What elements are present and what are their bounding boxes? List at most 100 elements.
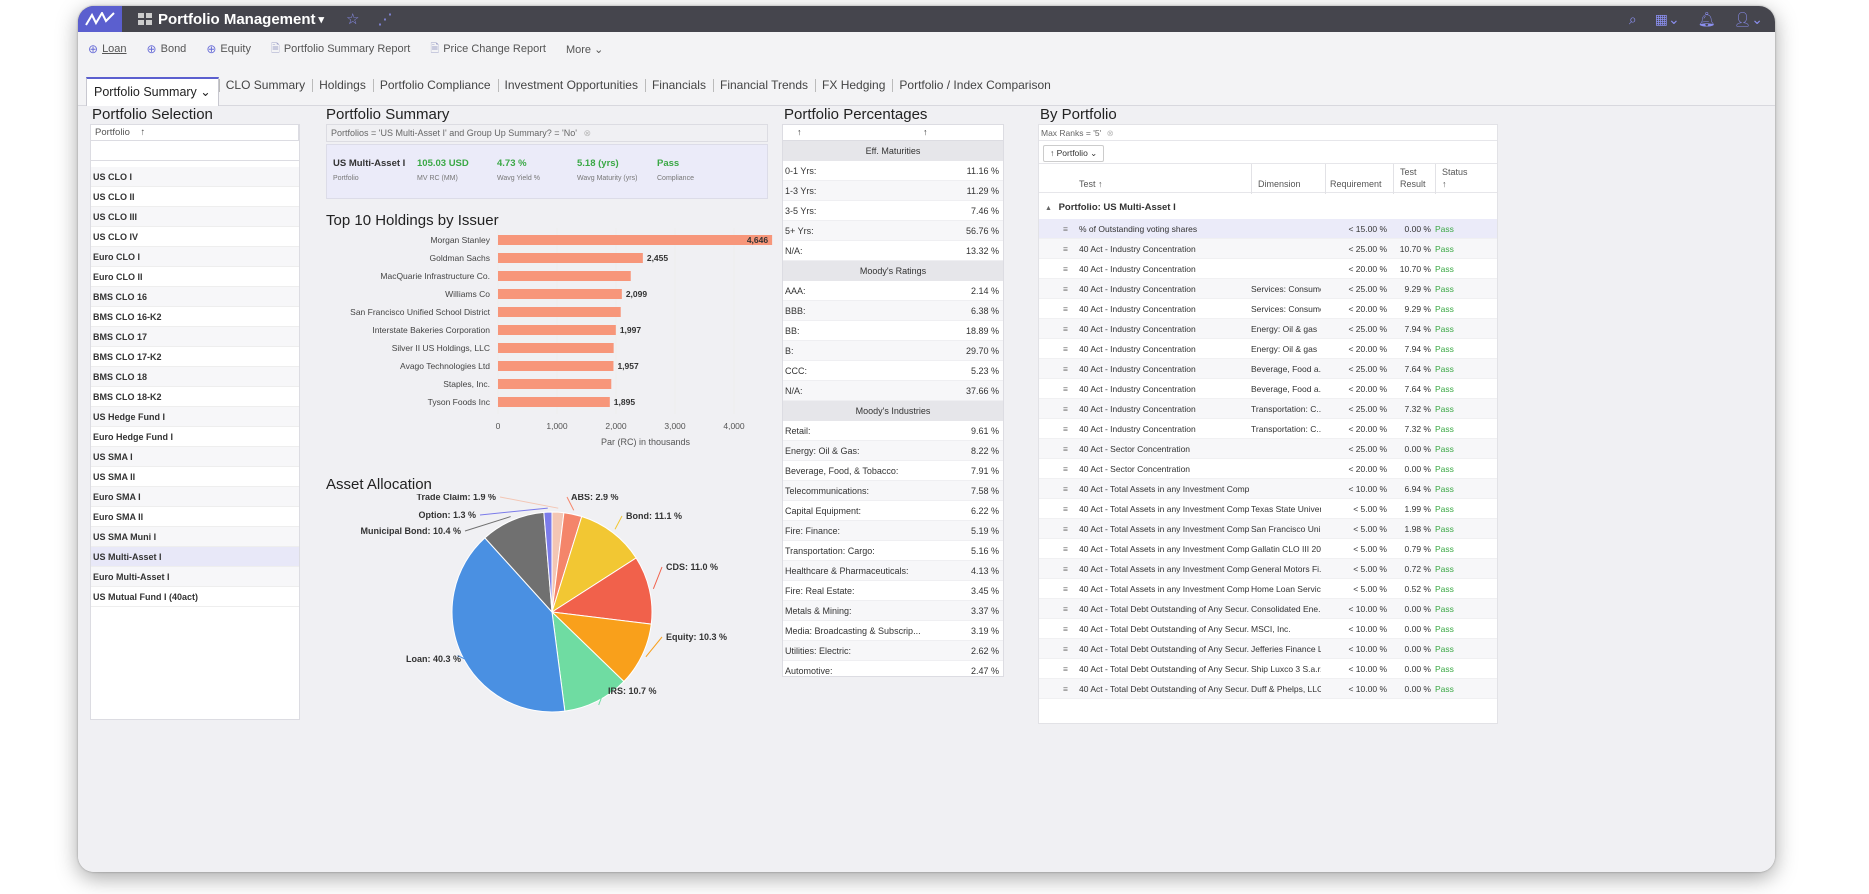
selection-filter-row[interactable] bbox=[91, 141, 299, 161]
clear-filter-icon[interactable]: ⊗ bbox=[1107, 128, 1114, 138]
header-test[interactable]: Test ↑ bbox=[1079, 179, 1103, 189]
drag-handle-icon[interactable]: ≡ bbox=[1063, 259, 1068, 279]
list-item[interactable]: BMS CLO 18-K2 bbox=[91, 387, 299, 407]
list-item[interactable]: BMS CLO 18 bbox=[91, 367, 299, 387]
tab-6[interactable]: Financial Trends bbox=[712, 73, 815, 99]
table-row[interactable]: ≡ 40 Act - Total Assets in any Investment… bbox=[1039, 539, 1497, 559]
drag-handle-icon[interactable]: ≡ bbox=[1063, 219, 1068, 239]
share-icon[interactable]: ⋰ bbox=[378, 10, 393, 28]
table-row[interactable]: ≡ 40 Act - Total Assets in any Investment… bbox=[1039, 499, 1497, 519]
table-row[interactable]: ≡ 40 Act - Industry Concentration Energy: … bbox=[1039, 339, 1497, 359]
sort-asc-icon[interactable]: ↑ bbox=[923, 127, 928, 137]
tab-2[interactable]: Holdings bbox=[312, 73, 373, 99]
bar[interactable] bbox=[498, 379, 612, 389]
table-row[interactable]: ≡ 40 Act - Industry Concentration Transpor… bbox=[1039, 399, 1497, 419]
list-item[interactable]: US Mutual Fund I (40act) bbox=[91, 587, 299, 607]
summary-filter[interactable]: Portfolios = 'US Multi-Asset I' and Grou… bbox=[326, 124, 768, 142]
list-item[interactable]: Euro SMA I bbox=[91, 487, 299, 507]
drag-handle-icon[interactable]: ≡ bbox=[1063, 339, 1068, 359]
bell-icon[interactable]: 🔔︎ bbox=[1698, 11, 1716, 28]
toolbar-item-4[interactable]: 🗎︎ Price Change Report bbox=[430, 40, 546, 59]
table-row[interactable]: ≡ 40 Act - Sector Concentration < 25.00 % 0… bbox=[1039, 439, 1497, 459]
table-row[interactable]: ≡ 40 Act - Total Assets in any Investment… bbox=[1039, 559, 1497, 579]
list-item[interactable]: US CLO I bbox=[91, 167, 299, 187]
list-item[interactable]: BMS CLO 16-K2 bbox=[91, 307, 299, 327]
sort-asc-icon[interactable]: ↑ bbox=[797, 127, 802, 137]
selection-column-header[interactable]: Portfolio ↑ bbox=[91, 125, 299, 141]
header-requirement[interactable]: Requirement bbox=[1325, 164, 1382, 194]
table-row[interactable]: ≡ % of Outstanding voting shares < 15.00 %… bbox=[1039, 219, 1497, 239]
list-item[interactable]: BMS CLO 17 bbox=[91, 327, 299, 347]
table-row[interactable]: ≡ 40 Act - Industry Concentration Services… bbox=[1039, 279, 1497, 299]
list-item[interactable]: US Multi-Asset I bbox=[91, 547, 299, 567]
list-item[interactable]: Euro Multi-Asset I bbox=[91, 567, 299, 587]
header-dimension[interactable]: Dimension bbox=[1251, 164, 1301, 194]
drag-handle-icon[interactable]: ≡ bbox=[1063, 279, 1068, 299]
bar[interactable] bbox=[498, 289, 622, 299]
tab-0[interactable]: Portfolio Summary ⌄ bbox=[86, 77, 219, 106]
header-result[interactable]: Test Result bbox=[1393, 164, 1433, 194]
group-row[interactable]: ▲ Portfolio: US Multi-Asset I bbox=[1039, 197, 1497, 219]
drag-handle-icon[interactable]: ≡ bbox=[1063, 399, 1068, 419]
toolbar-item-5[interactable]: More ⌄ bbox=[566, 43, 603, 56]
drag-handle-icon[interactable]: ≡ bbox=[1063, 499, 1068, 519]
header-status[interactable]: Status ↑ bbox=[1435, 164, 1471, 194]
table-row[interactable]: ≡ 40 Act - Total Debt Outstanding of Any … bbox=[1039, 619, 1497, 639]
bar[interactable] bbox=[498, 271, 631, 281]
drag-handle-icon[interactable]: ≡ bbox=[1063, 319, 1068, 339]
table-row[interactable]: ≡ 40 Act - Industry Concentration < 20.00 … bbox=[1039, 259, 1497, 279]
bar[interactable] bbox=[498, 343, 614, 353]
grid-menu-icon[interactable]: ▦⌄ bbox=[1655, 11, 1680, 28]
list-item[interactable]: US SMA I bbox=[91, 447, 299, 467]
drag-handle-icon[interactable]: ≡ bbox=[1063, 519, 1068, 539]
group-chip-portfolio[interactable]: ↑ Portfolio ⌄ bbox=[1043, 145, 1105, 162]
list-item[interactable]: US CLO IV bbox=[91, 227, 299, 247]
table-row[interactable]: ≡ 40 Act - Total Assets in any Investment… bbox=[1039, 479, 1497, 499]
tab-4[interactable]: Investment Opportunities bbox=[497, 73, 645, 99]
table-row[interactable]: ≡ 40 Act - Industry Concentration Transpor… bbox=[1039, 419, 1497, 439]
list-item[interactable]: Euro SMA II bbox=[91, 507, 299, 527]
table-row[interactable]: ≡ 40 Act - Industry Concentration Beverage… bbox=[1039, 379, 1497, 399]
list-item[interactable]: US CLO II bbox=[91, 187, 299, 207]
drag-handle-icon[interactable]: ≡ bbox=[1063, 299, 1068, 319]
drag-handle-icon[interactable]: ≡ bbox=[1063, 679, 1068, 699]
table-row[interactable]: ≡ 40 Act - Industry Concentration Energy: … bbox=[1039, 319, 1497, 339]
byportfolio-filter[interactable]: Max Ranks = '5' ⊗ bbox=[1039, 125, 1497, 141]
tab-8[interactable]: Portfolio / Index Comparison bbox=[892, 73, 1057, 99]
table-row[interactable]: ≡ 40 Act - Industry Concentration < 25.00 … bbox=[1039, 239, 1497, 259]
table-row[interactable]: ≡ 40 Act - Total Assets in any Investment… bbox=[1039, 579, 1497, 599]
drag-handle-icon[interactable]: ≡ bbox=[1063, 359, 1068, 379]
search-icon[interactable]: ⌕ bbox=[1629, 11, 1637, 28]
app-title-menu[interactable]: Portfolio Management ▾ bbox=[138, 11, 324, 28]
toolbar-item-3[interactable]: 🗎︎ Portfolio Summary Report bbox=[271, 40, 410, 59]
clear-filter-icon[interactable]: ⊗ bbox=[583, 128, 591, 138]
bar[interactable] bbox=[498, 235, 773, 245]
list-item[interactable]: BMS CLO 16 bbox=[91, 287, 299, 307]
bar[interactable] bbox=[498, 325, 616, 335]
table-row[interactable]: ≡ 40 Act - Industry Concentration Services… bbox=[1039, 299, 1497, 319]
drag-handle-icon[interactable]: ≡ bbox=[1063, 599, 1068, 619]
list-item[interactable]: Euro CLO II bbox=[91, 267, 299, 287]
list-item[interactable]: Euro CLO I bbox=[91, 247, 299, 267]
list-item[interactable]: US SMA II bbox=[91, 467, 299, 487]
bar[interactable] bbox=[498, 307, 621, 317]
list-item[interactable]: Euro Hedge Fund I bbox=[91, 427, 299, 447]
drag-handle-icon[interactable]: ≡ bbox=[1063, 479, 1068, 499]
list-item[interactable]: US SMA Muni I bbox=[91, 527, 299, 547]
drag-handle-icon[interactable]: ≡ bbox=[1063, 379, 1068, 399]
drag-handle-icon[interactable]: ≡ bbox=[1063, 459, 1068, 479]
drag-handle-icon[interactable]: ≡ bbox=[1063, 239, 1068, 259]
table-row[interactable]: ≡ 40 Act - Industry Concentration Beverage… bbox=[1039, 359, 1497, 379]
table-row[interactable]: ≡ 40 Act - Total Debt Outstanding of Any … bbox=[1039, 599, 1497, 619]
app-logo[interactable] bbox=[78, 6, 122, 32]
drag-handle-icon[interactable]: ≡ bbox=[1063, 419, 1068, 439]
drag-handle-icon[interactable]: ≡ bbox=[1063, 579, 1068, 599]
expand-icon[interactable]: ▲ bbox=[1045, 205, 1052, 212]
drag-handle-icon[interactable]: ≡ bbox=[1063, 539, 1068, 559]
toolbar-item-0[interactable]: ⊕ Loan bbox=[88, 42, 127, 56]
toolbar-item-1[interactable]: ⊕ Bond bbox=[147, 42, 187, 56]
tab-5[interactable]: Financials bbox=[644, 73, 713, 99]
drag-handle-icon[interactable]: ≡ bbox=[1063, 559, 1068, 579]
tab-3[interactable]: Portfolio Compliance bbox=[372, 73, 498, 99]
list-item[interactable]: US Hedge Fund I bbox=[91, 407, 299, 427]
